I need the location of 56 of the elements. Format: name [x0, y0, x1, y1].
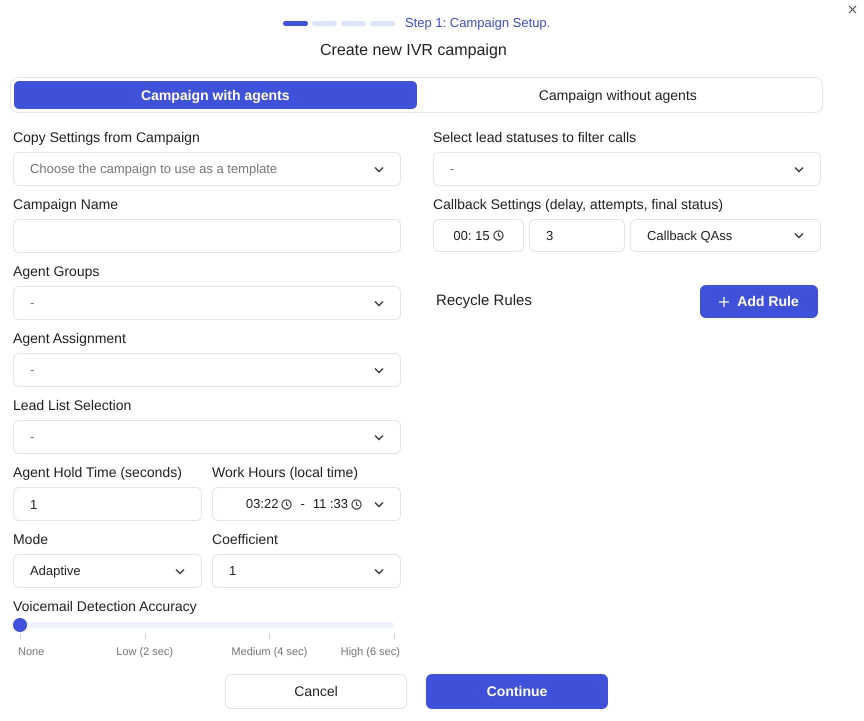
chevron-down-icon — [175, 568, 185, 574]
field-label: Agent Hold Time (seconds) — [13, 463, 183, 482]
clock-icon — [492, 230, 504, 241]
chevron-down-icon — [794, 232, 804, 239]
select-field[interactable]: 1 — [212, 554, 401, 588]
tab[interactable]: Campaign with agents — [14, 81, 416, 109]
chevron-down-icon — [374, 568, 384, 574]
tick-mark — [144, 634, 146, 639]
chevron-down-icon — [374, 300, 384, 306]
tick-label: Medium (4 sec) — [231, 645, 308, 660]
time-field[interactable]: 00: 15 — [433, 219, 524, 252]
chevron-down-icon — [374, 434, 384, 440]
field-label: Copy Settings from Campaign — [13, 128, 201, 147]
step-label: Step 1: Campaign Setup. — [405, 14, 550, 32]
field-label: Agent Groups — [13, 262, 100, 281]
input-field[interactable]: 1 — [13, 487, 202, 521]
field-label: Voicemail Detection Accuracy — [13, 597, 198, 616]
slider-thumb[interactable] — [13, 618, 27, 632]
select-field[interactable]: Choose the campaign to use as a template — [13, 152, 401, 186]
cancel-button[interactable]: Cancel — [225, 674, 407, 709]
close-icon[interactable] — [848, 5, 857, 14]
chevron-down-icon — [794, 166, 804, 172]
tick-mark — [20, 634, 21, 639]
plus-icon — [719, 296, 730, 306]
select-field[interactable]: Adaptive — [13, 554, 202, 588]
tick-label: None — [18, 645, 44, 660]
field-label: Coefficient — [212, 530, 279, 549]
input-field[interactable]: 3 — [529, 219, 625, 252]
tick-mark — [394, 634, 395, 639]
tick-label: High (6 sec) — [340, 645, 400, 660]
field-label: Campaign Name — [13, 195, 120, 214]
field-label: Select lead statuses to filter calls — [433, 128, 638, 147]
field-label: Lead List Selection — [13, 396, 132, 415]
select-field[interactable]: - — [13, 353, 401, 387]
continue-button[interactable]: Continue — [426, 674, 608, 709]
dialog-title: Create new IVR campaign — [320, 41, 508, 61]
field-label: Agent Assignment — [13, 329, 127, 348]
clock-icon — [281, 498, 292, 510]
select-field[interactable]: Callback QAss — [630, 219, 821, 252]
chevron-down-icon — [374, 166, 384, 172]
field-label: Work Hours (local time) — [212, 463, 359, 482]
select-field[interactable]: - — [13, 420, 401, 454]
section-heading: Recycle Rules — [436, 291, 532, 312]
tick-mark — [269, 634, 270, 639]
field-label: Mode — [13, 530, 50, 549]
add-rule-button[interactable]: Add Rule — [700, 285, 818, 318]
time-range-field[interactable]: 03:22 - 11 :33 — [212, 487, 401, 521]
field-label: Callback Settings (delay, attempts, final status) — [433, 195, 724, 214]
chevron-down-icon — [374, 500, 384, 508]
chevron-down-icon — [374, 366, 384, 374]
tick-label: Low (2 sec) — [116, 645, 174, 660]
input-field[interactable] — [13, 219, 401, 253]
clock-icon — [351, 498, 362, 510]
select-field[interactable]: - — [433, 152, 821, 186]
tab[interactable]: Campaign without agents — [416, 81, 819, 109]
select-field[interactable]: - — [13, 286, 401, 320]
